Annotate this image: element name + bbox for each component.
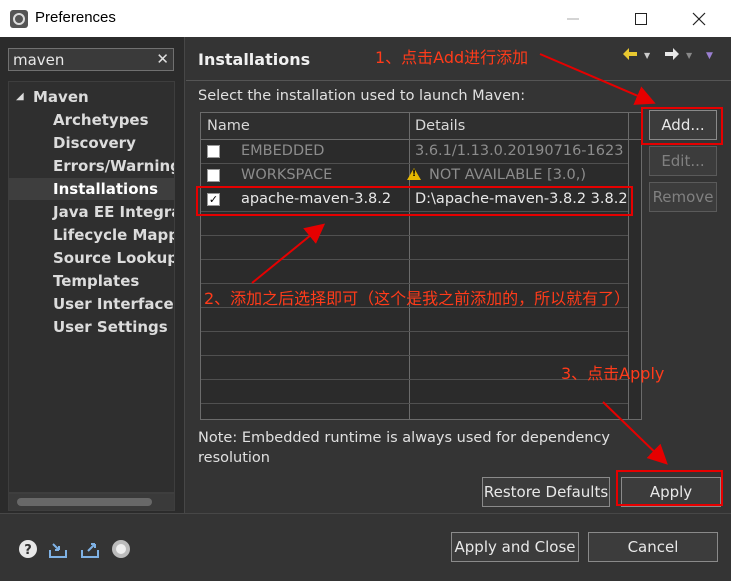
- close-icon: [692, 12, 706, 25]
- tree-horizontal-scrollbar[interactable]: [8, 493, 175, 511]
- clear-filter-icon[interactable]: ✕: [156, 50, 169, 68]
- oomph-record-icon[interactable]: [110, 538, 132, 560]
- eclipse-app-icon: [10, 10, 28, 28]
- view-menu-icon[interactable]: ▼: [706, 51, 713, 61]
- tree-item-installations[interactable]: Installations: [9, 178, 174, 200]
- column-header-details[interactable]: Details: [415, 118, 465, 134]
- forward-arrow-icon[interactable]: [664, 47, 680, 61]
- warning-icon: [407, 168, 421, 180]
- page-title: Installations: [198, 50, 311, 69]
- row-checkbox[interactable]: [207, 145, 220, 158]
- table-row: [201, 236, 628, 260]
- window-title: Preferences: [35, 9, 116, 26]
- help-icon[interactable]: ?: [17, 538, 39, 560]
- tree-item-user-settings[interactable]: User Settings: [9, 316, 174, 338]
- add-button-highlight: [641, 107, 723, 145]
- tree-item-templates[interactable]: Templates: [9, 270, 174, 292]
- dialog-footer: ? Apply and Close Cancel: [0, 513, 731, 581]
- remove-button[interactable]: Remove: [649, 182, 717, 212]
- minimize-icon: [567, 18, 579, 19]
- cancel-button[interactable]: Cancel: [588, 532, 718, 562]
- import-icon[interactable]: [47, 538, 69, 560]
- edit-button[interactable]: Edit...: [649, 146, 717, 176]
- annotation-step2: 2、添加之后选择即可（这个是我之前添加的，所以就有了）: [204, 289, 631, 308]
- tree-item-discovery[interactable]: Discovery: [9, 132, 174, 154]
- tree-item-errors-warnings[interactable]: Errors/Warnings: [9, 155, 174, 177]
- table-row: [201, 332, 628, 356]
- table-row: [201, 260, 628, 284]
- table-row-embedded[interactable]: EMBEDDED 3.6.1/1.13.0.20190716-1623: [201, 140, 628, 164]
- table-header: Name Details: [201, 113, 641, 140]
- back-arrow-icon[interactable]: [622, 47, 638, 61]
- preferences-sidebar: maven ✕ ◢ Maven Archetypes Discovery Err…: [0, 37, 185, 513]
- back-menu-chevron-icon[interactable]: ▼: [644, 51, 650, 60]
- tree-item-source-lookup[interactable]: Source Lookup: [9, 247, 174, 269]
- apply-button-highlight: [616, 470, 723, 506]
- row-checkbox[interactable]: [207, 169, 220, 182]
- annotation-step3: 3、点击Apply: [561, 364, 665, 383]
- filter-input[interactable]: maven ✕: [8, 48, 174, 71]
- table-row: [201, 308, 628, 332]
- maximize-icon: [635, 12, 647, 25]
- export-icon[interactable]: [79, 538, 101, 560]
- maximize-button[interactable]: [618, 0, 664, 37]
- filter-value: maven: [13, 51, 65, 69]
- forward-menu-chevron-icon[interactable]: ▼: [686, 51, 692, 60]
- expand-arrow-icon[interactable]: ◢: [16, 86, 24, 108]
- table-row-workspace[interactable]: WORKSPACE NOT AVAILABLE [3.0,): [201, 164, 628, 188]
- selected-row-highlight: [196, 186, 633, 216]
- embedded-runtime-note: Note: Embedded runtime is always used fo…: [198, 430, 611, 466]
- svg-text:?: ?: [24, 543, 32, 558]
- tree-item-java-ee-integration[interactable]: Java EE Integrat: [9, 201, 174, 223]
- scrollbar-thumb[interactable]: [17, 498, 152, 506]
- tree-item-user-interface[interactable]: User Interface: [9, 293, 174, 315]
- restore-defaults-button[interactable]: Restore Defaults: [482, 477, 610, 507]
- close-button[interactable]: [676, 0, 722, 37]
- tree-item-archetypes[interactable]: Archetypes: [9, 109, 174, 131]
- annotation-step1: 1、点击Add进行添加: [375, 48, 529, 67]
- installation-prompt: Select the installation used to launch M…: [198, 88, 526, 104]
- preference-tree: ◢ Maven Archetypes Discovery Errors/Warn…: [8, 81, 175, 493]
- tree-item-lifecycle-mappings[interactable]: Lifecycle Mappin: [9, 224, 174, 246]
- apply-and-close-button[interactable]: Apply and Close: [451, 532, 579, 562]
- tree-item-maven[interactable]: ◢ Maven: [9, 86, 174, 108]
- minimize-button[interactable]: [550, 0, 596, 37]
- column-header-name[interactable]: Name: [207, 118, 250, 134]
- title-bar: Preferences: [0, 0, 731, 37]
